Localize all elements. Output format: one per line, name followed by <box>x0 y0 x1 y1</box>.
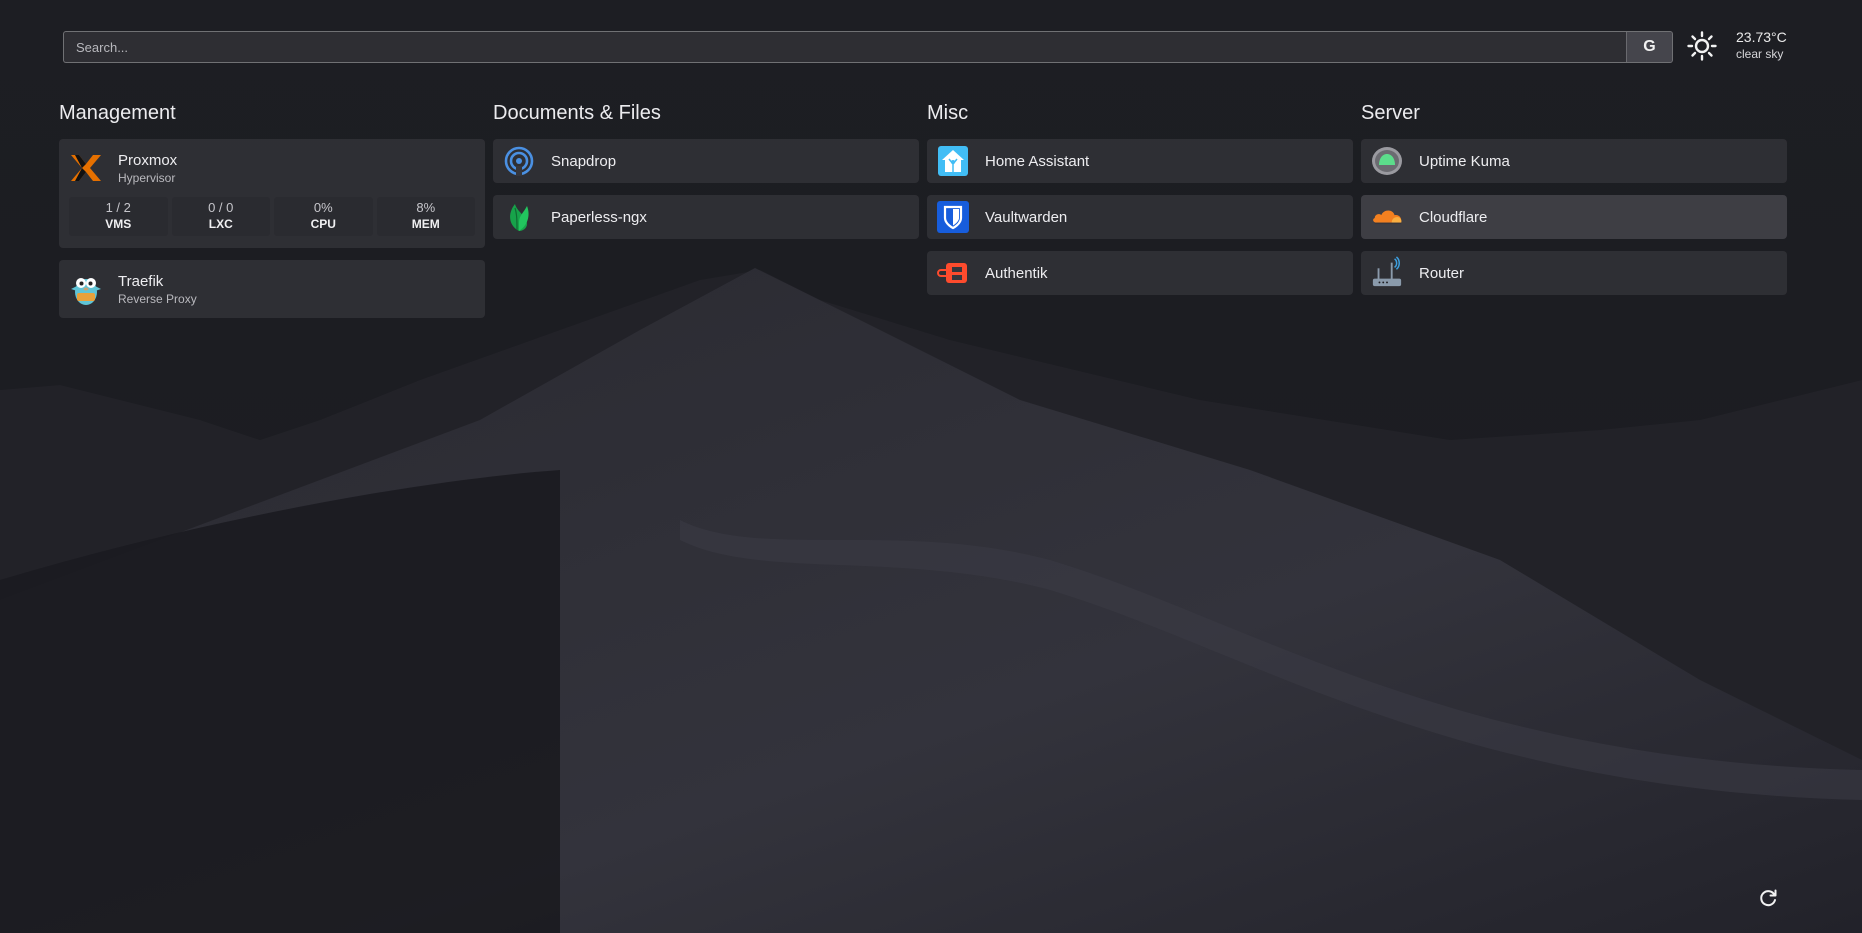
group-title: Management <box>59 102 176 124</box>
search-engine-button[interactable]: G <box>1626 32 1672 62</box>
group-server: Server Uptime Kuma Cloudflare Router <box>1361 100 1787 307</box>
service-card-snapdrop[interactable]: Snapdrop <box>493 139 919 183</box>
stat-label: CPU <box>310 217 336 231</box>
sun-icon <box>1687 31 1717 61</box>
service-card-uptime-kuma[interactable]: Uptime Kuma <box>1361 139 1787 183</box>
traefik-icon <box>69 272 103 306</box>
service-description: Hypervisor <box>118 170 176 185</box>
service-name: Snapdrop <box>551 152 617 170</box>
service-name: Proxmox <box>118 151 178 169</box>
service-name: Router <box>1419 264 1465 282</box>
group-title: Misc <box>927 102 969 124</box>
group-misc: Misc Home Assistant Vaultwarden Authenti… <box>927 100 1353 307</box>
service-card-proxmox[interactable]: Proxmox Hypervisor 1 / 2 VMS 0 / 0 LXC 0… <box>59 139 485 248</box>
top-bar: G 23.73°C clear sky <box>63 29 1793 63</box>
uptime-kuma-icon <box>1371 145 1403 177</box>
service-card-paperless-ngx[interactable]: Paperless-ngx <box>493 195 919 239</box>
service-card-vaultwarden[interactable]: Vaultwarden <box>927 195 1353 239</box>
service-card-home-assistant[interactable]: Home Assistant <box>927 139 1353 183</box>
service-card-authentik[interactable]: Authentik <box>927 251 1353 295</box>
stat-value: 0% <box>313 200 333 215</box>
stat-label: MEM <box>411 217 440 231</box>
stat-label: VMS <box>105 217 132 231</box>
stat-value: 0 / 0 <box>208 200 234 215</box>
service-name: Vaultwarden <box>985 208 1068 226</box>
authentik-icon <box>937 257 969 289</box>
home-assistant-icon <box>937 145 969 177</box>
vaultwarden-shield-icon <box>937 201 969 233</box>
stat-label: LXC <box>208 217 233 231</box>
service-name: Uptime Kuma <box>1419 152 1510 170</box>
stat-value: 1 / 2 <box>105 200 131 215</box>
group-documents-files: Documents & Files Snapdrop Paperless-ngx <box>493 100 919 251</box>
weather-widget[interactable]: 23.73°C clear sky <box>1687 29 1787 63</box>
service-name: Cloudflare <box>1419 208 1488 226</box>
service-card-router[interactable]: Router <box>1361 251 1787 295</box>
stat-mem: 8% MEM <box>376 197 475 236</box>
router-icon <box>1371 256 1403 289</box>
group-title: Documents & Files <box>493 102 661 124</box>
search-input[interactable] <box>64 32 1626 62</box>
weather-description: clear sky <box>1736 47 1784 61</box>
service-card-traefik[interactable]: Traefik Reverse Proxy <box>59 260 485 318</box>
search-box: G <box>63 31 1673 63</box>
refresh-icon[interactable] <box>1758 888 1778 908</box>
stat-lxc: 0 / 0 LXC <box>171 197 270 236</box>
snapdrop-icon <box>503 145 535 177</box>
paperless-leaf-icon <box>503 201 535 233</box>
service-name: Home Assistant <box>985 152 1090 170</box>
stat-vms: 1 / 2 VMS <box>69 197 168 236</box>
stat-cpu: 0% CPU <box>274 197 373 236</box>
weather-temperature: 23.73°C <box>1736 29 1787 45</box>
service-name: Paperless-ngx <box>551 208 647 226</box>
service-name: Traefik <box>118 272 164 290</box>
service-description: Reverse Proxy <box>118 291 197 306</box>
group-management: Management Proxmox Hypervisor 1 / 2 VMS <box>59 100 485 330</box>
proxmox-icon <box>69 151 103 185</box>
stat-value: 8% <box>416 200 436 215</box>
cloudflare-icon <box>1371 201 1403 233</box>
service-name: Authentik <box>985 264 1048 282</box>
proxmox-stats: 1 / 2 VMS 0 / 0 LXC 0% CPU 8% MEM <box>69 197 475 236</box>
group-title: Server <box>1361 102 1420 124</box>
service-card-cloudflare[interactable]: Cloudflare <box>1361 195 1787 239</box>
